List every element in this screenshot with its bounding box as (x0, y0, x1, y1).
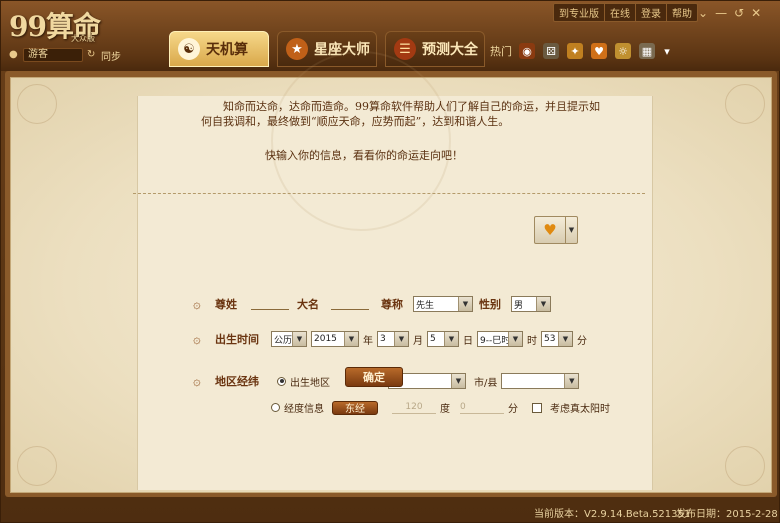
month-unit: 月 (413, 335, 423, 347)
gallery-icon[interactable]: ▦ (639, 43, 655, 59)
longitude-label: 经度信息 (284, 404, 324, 415)
user-icon: ● (9, 49, 18, 60)
user-bar: ● 游客 ↻ 同步 (9, 47, 131, 63)
minute-unit-lng: 分 (508, 404, 518, 415)
qq-login-button[interactable]: ♥ ▼ (534, 216, 578, 244)
day-select[interactable]: 5 ▼ (427, 331, 459, 347)
surname-input[interactable] (251, 298, 289, 310)
tag-icon[interactable]: ✦ (567, 43, 583, 59)
corner-ornament (17, 446, 57, 486)
bagua-icon: ☰ (394, 38, 416, 60)
heart-icon[interactable]: ♥ (591, 43, 607, 59)
menu-pro-version[interactable]: 到专业版 (554, 4, 605, 21)
swirl-icon: ۞ (193, 373, 201, 389)
surname-label: 尊姓 (215, 298, 237, 311)
menu-login[interactable]: 登录 (636, 4, 667, 21)
user-name[interactable]: 游客 (23, 48, 83, 62)
given-name-input[interactable] (331, 298, 369, 310)
name-row: ۞ 尊姓 大名 尊称 先生 ▼ 性别 男 ▼ (193, 296, 551, 312)
corner-ornament (725, 446, 765, 486)
region-label: 地区经纬 (215, 375, 259, 388)
restore-icon[interactable]: ↺ (734, 6, 744, 20)
year-unit: 年 (363, 335, 373, 347)
corner-ornament (17, 84, 57, 124)
bagua-watermark (271, 51, 451, 231)
birth-region-radio[interactable] (277, 376, 286, 386)
swirl-icon: ۞ (193, 296, 201, 312)
dice-icon[interactable]: ⚄ (543, 43, 559, 59)
birth-row: ۞ 出生时间 公历 ▼ 2015 ▼ 年 3 ▼ 月 5 ▼ 日 9--巳时 ▼ 时 53… (193, 331, 587, 347)
day-unit: 日 (463, 335, 473, 347)
east-longitude-button[interactable]: 东经 (332, 400, 378, 415)
release-date: 发布日期：2015-2-28 (676, 509, 778, 520)
title-label: 尊称 (381, 298, 403, 311)
city-select[interactable]: ▼ (501, 373, 580, 389)
close-icon[interactable]: ✕ (751, 6, 761, 20)
calendar-select[interactable]: 公历 ▼ (271, 331, 307, 347)
chevron-down-icon: ▼ (451, 374, 465, 388)
minute-select[interactable]: 53 ▼ (541, 331, 573, 347)
invite-text: 快输入你的信息，看看你的命运走向吧！ (265, 149, 463, 162)
chevron-down-icon: ▼ (444, 332, 458, 346)
chevron-down-icon: ▼ (508, 332, 522, 346)
menu-online[interactable]: 在线 (605, 4, 636, 21)
fortune-icon[interactable]: ☼ (615, 43, 631, 59)
divider (133, 193, 645, 194)
qq-icon: ♥ (543, 221, 557, 239)
gender-select[interactable]: 男 ▼ (511, 296, 551, 312)
minute-input[interactable]: 0 (460, 402, 504, 414)
hour-unit: 时 (527, 335, 537, 347)
chevron-down-icon: ▼ (292, 332, 306, 346)
hour-select[interactable]: 9--巳时 ▼ (477, 331, 523, 347)
app-window: 99算命 大众版 ● 游客 ↻ 同步 ☯ 天机算 ★ 星座大师 ☰ 预测大全 热门… (0, 0, 780, 523)
tab-tianjisuan[interactable]: ☯ 天机算 (169, 31, 269, 67)
hot-label: 热门 (490, 45, 512, 58)
hot-tools: ◉ ⚄ ✦ ♥ ☼ ▦ ▾ (519, 43, 671, 59)
coin-icon[interactable]: ◉ (519, 43, 535, 59)
intro-text: 知命而达命，达命而造命。99算命软件帮助人们了解自己的命运，并且提示如何自我调和… (201, 100, 600, 128)
title-select[interactable]: 先生 ▼ (413, 296, 473, 312)
swirl-icon: ۞ (193, 331, 201, 347)
degree-input[interactable]: 120 (392, 402, 436, 414)
minute-unit: 分 (577, 335, 587, 347)
status-bar: 当前版本：V2.9.14.Beta.521351 发布日期：2015-2-28 (1, 499, 780, 523)
solar-time-checkbox[interactable] (532, 402, 542, 413)
version-text: 当前版本：V2.9.14.Beta.521351 (534, 509, 691, 520)
window-controls: ⌄ — ↺ ✕ (698, 6, 761, 20)
city-label: 市/县 (474, 377, 498, 389)
yin-yang-icon: ☯ (178, 38, 200, 60)
more-dropdown-icon[interactable]: ▾ (663, 43, 671, 59)
sync-icon[interactable]: ↻ (87, 50, 97, 60)
chevron-down-icon: ▼ (536, 297, 550, 311)
given-name-label: 大名 (297, 298, 319, 311)
chevron-down-icon: ▼ (394, 332, 408, 346)
chevron-down-icon: ▼ (558, 332, 572, 346)
gender-label: 性别 (479, 298, 501, 311)
year-select[interactable]: 2015 ▼ (311, 331, 359, 347)
chevron-down-icon: ▼ (564, 374, 579, 388)
corner-ornament (725, 84, 765, 124)
minimize-icon[interactable]: — (715, 6, 727, 20)
sync-button[interactable]: 同步 (101, 48, 121, 63)
chevron-down-icon: ▼ (344, 332, 358, 346)
app-logo: 99算命 大众版 (9, 10, 101, 43)
month-select[interactable]: 3 ▼ (377, 331, 409, 347)
birth-label: 出生时间 (215, 333, 259, 346)
collapse-icon[interactable]: ⌄ (698, 6, 708, 20)
top-menu: 到专业版 在线 登录 帮助 (553, 3, 698, 22)
birth-region-label: 出生地区 (290, 377, 330, 389)
zodiac-icon: ★ (286, 38, 308, 60)
submit-button[interactable]: 确定 (345, 367, 403, 387)
longitude-radio[interactable] (271, 403, 280, 412)
longitude-row: 经度信息 东经 120 度 0 分 考虑真太阳时 (271, 400, 610, 415)
solar-time-label: 考虑真太阳时 (550, 404, 610, 415)
degree-unit: 度 (440, 404, 450, 415)
menu-help[interactable]: 帮助 (667, 4, 697, 21)
chevron-down-icon: ▼ (458, 297, 472, 311)
chevron-down-icon[interactable]: ▼ (565, 217, 577, 243)
